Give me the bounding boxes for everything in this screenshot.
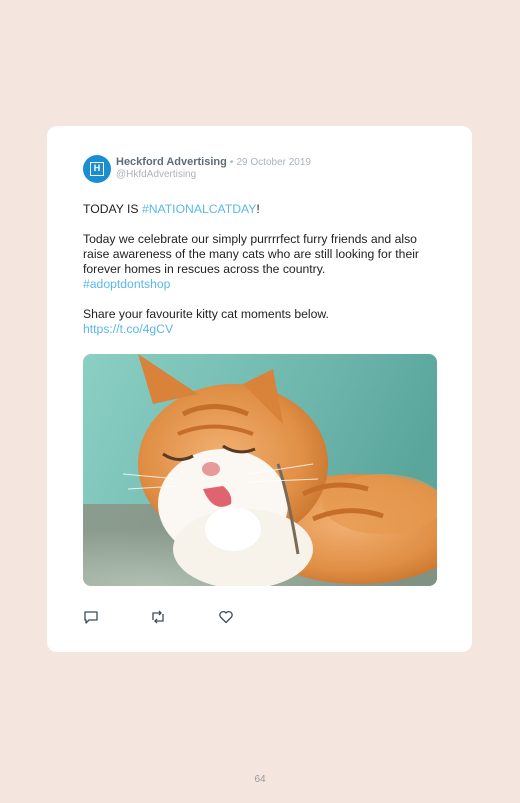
page-number: 64 — [254, 774, 266, 785]
tweet-date[interactable]: 29 October 2019 — [236, 157, 311, 168]
avatar-logo-icon: H — [90, 162, 104, 176]
hashtag-adoptdontshop[interactable]: #adoptdontshop — [83, 277, 170, 291]
separator: • — [229, 157, 234, 168]
tweet-actions — [83, 609, 283, 625]
retweet-icon[interactable] — [150, 609, 166, 625]
author-handle[interactable]: @HkfdAdvertising — [116, 169, 196, 180]
cat-photo[interactable] — [83, 354, 437, 586]
tweet-link[interactable]: https://t.co/4gCV — [83, 322, 173, 336]
paragraph2-text: Today we celebrate our simply purrrrfect… — [83, 232, 419, 276]
tweet-paragraph-2: Today we celebrate our simply purrrrfect… — [83, 232, 443, 292]
line1-prefix: TODAY IS — [83, 202, 142, 216]
author-line: Heckford Advertising • 29 October 2019 — [116, 156, 311, 168]
reply-icon[interactable] — [83, 609, 99, 625]
tweet-line-1: TODAY IS #NATIONALCATDAY! — [83, 202, 443, 217]
line1-suffix: ! — [256, 202, 260, 216]
avatar[interactable]: H — [83, 155, 111, 183]
author-name[interactable]: Heckford Advertising — [116, 156, 227, 168]
paragraph3-text: Share your favourite kitty cat moments b… — [83, 307, 329, 321]
tweet-card: H Heckford Advertising • 29 October 2019… — [47, 126, 472, 652]
like-icon[interactable] — [218, 609, 234, 625]
hashtag-nationalcatday[interactable]: #NATIONALCATDAY — [142, 202, 256, 216]
tweet-paragraph-3: Share your favourite kitty cat moments b… — [83, 307, 443, 337]
